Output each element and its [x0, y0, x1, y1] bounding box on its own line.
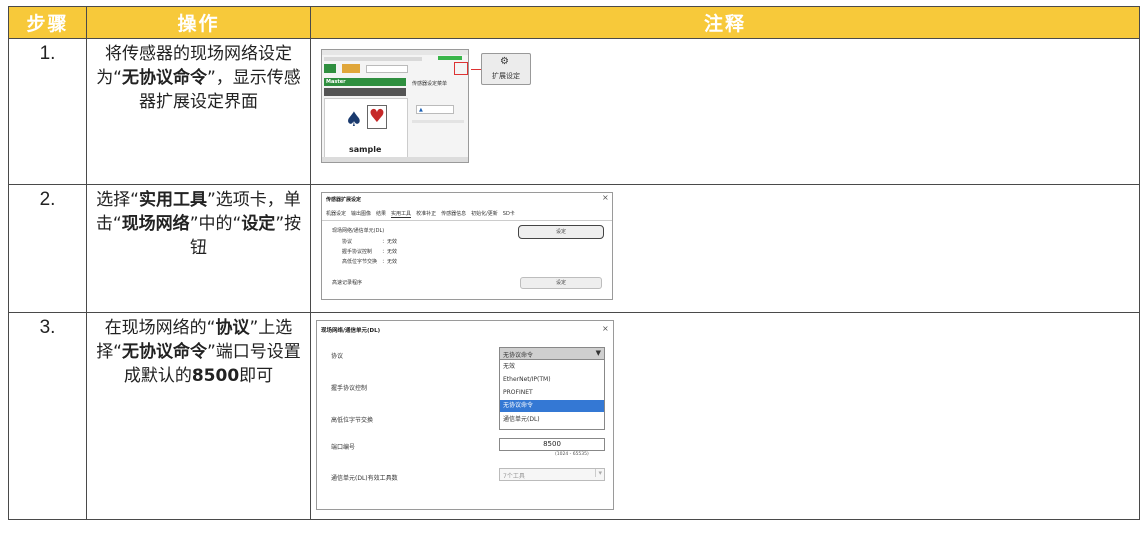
port-label: 端口编号: [331, 444, 356, 451]
extended-settings-icon-small[interactable]: [454, 62, 468, 75]
status-bar: [322, 157, 468, 162]
tab-0[interactable]: 机器设定: [326, 210, 346, 218]
sample-label: sample: [349, 145, 382, 154]
image-view: ♠ ♥ sample: [324, 98, 408, 160]
operation-emphasis: 无协议命令: [122, 342, 207, 362]
software-main-window: Master ♠ ♥ sample 传感器设定菜单 ▲: [321, 49, 469, 163]
panel-button[interactable]: ▲: [416, 105, 454, 114]
heart-card-icon: ♥: [367, 105, 387, 129]
tab-divider: [322, 220, 612, 221]
header-operation: 操作: [86, 6, 311, 39]
tab-2[interactable]: 结果: [376, 210, 386, 218]
tab-bar: 机器设定 输出图像 结果 实用工具 校准补正 传感器信息 初始化/更新 SD卡: [326, 210, 515, 218]
protocol-option-3[interactable]: 无协议命令: [500, 400, 604, 412]
title-bar: [322, 50, 468, 55]
operation-emphasis: 实用工具: [139, 190, 207, 210]
protocol-selected-value: 无协议命令: [503, 352, 534, 359]
step-operation-2: 选择“实用工具”选项卡，单击“现场网络”中的“设定”按钮: [86, 184, 311, 313]
close-icon[interactable]: ×: [602, 193, 609, 202]
byteswap-label: 高低位字节交换: [331, 417, 374, 424]
master-label: Master: [324, 78, 406, 86]
callout-button[interactable]: ⚙ 扩展设定: [481, 53, 531, 85]
close-icon[interactable]: ×: [602, 324, 609, 333]
protocol-option-0[interactable]: 无效: [500, 361, 603, 373]
operation-emphasis: 无协议命令: [122, 68, 207, 88]
tab-4[interactable]: 校准补正: [416, 210, 436, 218]
operation-emphasis: 协议: [215, 318, 250, 338]
step-note-1: Master ♠ ♥ sample 传感器设定菜单 ▲ ⚙ 扩展设定: [310, 38, 1140, 185]
protocol-option-1[interactable]: EtherNet/IP(TM): [500, 374, 603, 386]
status-indicator: [438, 56, 462, 60]
steps-table: 步骤 操作 注释 1. 将传感器的现场网络设定为“无协议命令”，显示传感器扩展设…: [8, 6, 1140, 520]
operation-emphasis: 现场网络: [121, 214, 190, 234]
port-input[interactable]: 8500: [499, 438, 605, 451]
dialog-title: 现场网络/通信单元(DL): [321, 328, 381, 334]
header-note: 注释: [310, 6, 1140, 39]
step-number-2: 2.: [8, 184, 87, 313]
field-value-1: ：无效: [382, 249, 398, 255]
field-label-0: 协议: [342, 239, 353, 245]
callout-line: [471, 69, 481, 70]
header-step: 步骤: [8, 6, 87, 39]
header-row: 步骤 操作 注释: [8, 6, 1140, 39]
operation-emphasis: 8500: [191, 366, 240, 386]
protocol-option-4[interactable]: 通信单元(DL): [500, 414, 603, 426]
gear-icon: ⚙: [500, 56, 509, 67]
operation-text: 选择“: [96, 190, 139, 210]
step-number-1: 1.: [8, 38, 87, 185]
operation-text: 即可: [239, 366, 274, 386]
step-note-3: 现场网络/通信单元(DL) × 协议 无协议命令 ▼ 无效 EtherNet/I…: [310, 312, 1140, 520]
step-note-2: 传感器扩展设定 × 机器设定 输出图像 结果 实用工具 校准补正 传感器信息 初…: [310, 184, 1140, 313]
operation-text: 在现场网络的“: [104, 318, 216, 338]
toolbar-field[interactable]: [366, 65, 408, 73]
tools-select[interactable]: 7个工具 ▾: [499, 468, 605, 481]
protocol-option-2[interactable]: PROFINET: [500, 387, 603, 399]
image-toolbar: [324, 88, 406, 96]
toolbar-button-2[interactable]: [342, 64, 360, 73]
step-operation-3: 在现场网络的“协议”上选择“无协议命令”端口号设置成默认的8500即可: [86, 312, 311, 520]
step-number-3: 3.: [8, 312, 87, 520]
callout-label: 扩展设定: [492, 72, 520, 80]
protocol-label: 协议: [331, 353, 344, 360]
chevron-down-icon: ▼: [595, 349, 601, 357]
operation-text: ”中的“: [189, 214, 242, 234]
tab-3[interactable]: 实用工具: [391, 210, 412, 218]
protocol-dropdown: 无效 EtherNet/IP(TM) PROFINET 无协议命令 通信单元(D…: [499, 359, 605, 430]
field-value-0: ：无效: [382, 239, 398, 245]
extended-settings-dialog: 传感器扩展设定 × 机器设定 输出图像 结果 实用工具 校准补正 传感器信息 初…: [321, 192, 613, 300]
field-label-1: 握手协议控制: [342, 249, 373, 255]
field-label-2: 高低位字节交换: [342, 259, 378, 265]
dialog-title: 传感器扩展设定: [326, 197, 362, 203]
menu-bar: [324, 57, 422, 61]
second-label: 高速记录程序: [332, 280, 363, 286]
panel-caption: 传感器设定菜单: [412, 81, 448, 87]
tab-1[interactable]: 输出图像: [351, 210, 371, 218]
step-operation-1: 将传感器的现场网络设定为“无协议命令”，显示传感器扩展设定界面: [86, 38, 311, 185]
field-value-2: ：无效: [382, 259, 398, 265]
tools-label: 通信单元(DL)有效工具数: [331, 475, 398, 482]
tab-6[interactable]: 初始化/更新: [471, 210, 498, 218]
step-row-1: 1. 将传感器的现场网络设定为“无协议命令”，显示传感器扩展设定界面 Maste…: [8, 38, 1140, 185]
section-label: 现场网络/通信单元(DL): [332, 228, 385, 234]
panel-line: [412, 120, 464, 123]
toolbar-button-1[interactable]: [324, 64, 336, 73]
port-range: (1024 - 65535): [555, 452, 589, 457]
handshake-label: 握手协议控制: [331, 385, 368, 392]
step-row-3: 3. 在现场网络的“协议”上选择“无协议命令”端口号设置成默认的8500即可 现…: [8, 312, 1140, 520]
network-dialog: 现场网络/通信单元(DL) × 协议 无协议命令 ▼ 无效 EtherNet/I…: [316, 320, 614, 510]
chevron-down-icon: ▾: [595, 469, 602, 477]
spade-icon: ♠: [345, 107, 363, 131]
operation-emphasis: 设定: [241, 214, 276, 234]
sensor-icon: ▲: [419, 107, 423, 113]
network-set-button[interactable]: 设定: [518, 225, 604, 239]
tools-value: 7个工具: [503, 473, 525, 480]
logging-set-button[interactable]: 设定: [520, 277, 602, 289]
tab-7[interactable]: SD卡: [503, 210, 515, 218]
tab-5[interactable]: 传感器信息: [441, 210, 466, 218]
step-row-2: 2. 选择“实用工具”选项卡，单击“现场网络”中的“设定”按钮 传感器扩展设定 …: [8, 184, 1140, 313]
